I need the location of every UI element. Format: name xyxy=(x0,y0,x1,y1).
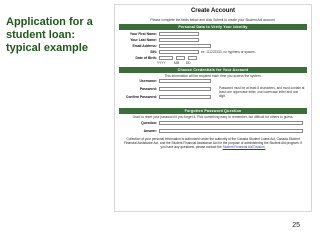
confirm-password-label: Confirm Password: xyxy=(125,95,157,99)
username-row: Username: xyxy=(119,78,307,84)
page-number: 25 xyxy=(292,222,300,229)
dob-year-input[interactable] xyxy=(159,55,173,61)
dob-month-hint: MM xyxy=(174,61,180,65)
dob-day-hint: DD xyxy=(186,61,191,65)
answer-input[interactable] xyxy=(159,128,303,134)
question-input[interactable] xyxy=(159,120,303,126)
dob-fields xyxy=(159,55,200,61)
dob-year-hint: YYYY xyxy=(157,61,166,65)
privacy-text: Collection of your personal information … xyxy=(123,137,303,149)
credentials-fields: Username: Password: Confirm Password: Pa… xyxy=(119,78,307,106)
financial-aid-division-link[interactable]: Student Financial Aid Division. xyxy=(223,145,266,149)
username-input[interactable] xyxy=(159,78,211,84)
dob-day-input[interactable] xyxy=(188,55,197,61)
dob-month-input[interactable] xyxy=(176,55,185,61)
password-input[interactable] xyxy=(159,86,211,92)
last-name-input[interactable] xyxy=(159,37,199,43)
create-account-form: Create Account Please complete the field… xyxy=(114,4,312,212)
confirm-password-input[interactable] xyxy=(159,94,211,100)
password-label: Password: xyxy=(139,87,157,91)
form-instructions: Please complete the fields below and cli… xyxy=(150,18,276,22)
first-name-label: Your First Name: xyxy=(129,32,157,36)
sin-hint: ex: 111222333, no hyphens or spaces. xyxy=(201,50,256,54)
forgotten-section-header: Forgotten Password Question xyxy=(119,108,307,114)
password-rules: Password must be at least 8 characters, … xyxy=(219,86,305,98)
answer-label: Answer: xyxy=(143,129,157,133)
first-name-input[interactable] xyxy=(159,31,199,37)
slide-title-line-2: student loan: xyxy=(6,29,76,41)
credentials-section-header: Choose Credentials for Your Account xyxy=(119,67,307,73)
slide-title-line-1: Application for a xyxy=(6,16,93,28)
form-title: Create Account xyxy=(190,8,236,14)
username-label: Username: xyxy=(139,79,157,83)
question-label: Question: xyxy=(141,121,157,125)
slide-title: Application for a student loan: typical … xyxy=(6,16,110,55)
email-label: Email Address: xyxy=(132,44,157,48)
sin-input[interactable] xyxy=(159,49,199,55)
dob-hints: YYYY MM DD xyxy=(157,61,311,65)
slide-title-line-3: typical example xyxy=(6,42,88,54)
last-name-label: Your Last Name: xyxy=(130,38,157,42)
email-input[interactable] xyxy=(159,43,211,49)
personal-section-header: Personal Data to Verify Your Identity xyxy=(119,24,307,30)
privacy-footer: Collection of your personal information … xyxy=(121,137,305,149)
sin-label: SIN: xyxy=(150,50,157,54)
answer-row: Answer: xyxy=(119,128,307,134)
form-header: Create Account xyxy=(115,5,311,17)
dob-label: Date of Birth: xyxy=(135,56,157,60)
question-row: Question: xyxy=(119,120,307,126)
forgotten-note: Used to reset your password if you forge… xyxy=(132,115,294,119)
